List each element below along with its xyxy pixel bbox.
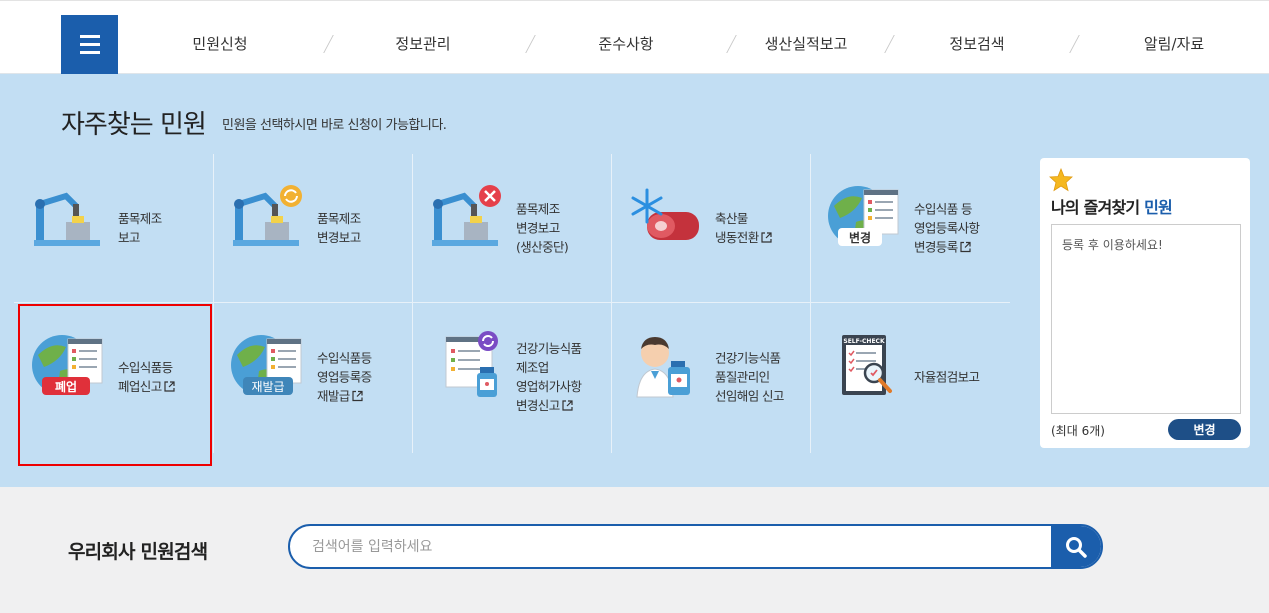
nav-item-info-search[interactable]: 정보검색 [949, 15, 1004, 74]
factory-robot-icon [34, 192, 100, 246]
svg-text:재발급: 재발급 [251, 380, 284, 394]
factory-robot-stop-icon [432, 185, 501, 246]
tile-label: 품목제조 보고 [118, 211, 162, 245]
tile-import-food-registration-change[interactable]: 변경 수입식품 등 영업등록사항 변경등록 [810, 154, 1009, 302]
frequent-services-section: 자주찾는 민원 민원을 선택하시면 바로 신청이 가능합니다. 품목제조 보고 … [0, 74, 1269, 487]
external-link-icon [164, 381, 175, 392]
tile-label: 건강기능식품 품질관리인 선임해임 신고 [715, 350, 784, 404]
search-input[interactable] [290, 526, 1052, 567]
favorites-change-button[interactable]: 변경 [1168, 419, 1241, 440]
tile-label: 수입식품 등 영업등록사항 변경등록 [914, 201, 980, 255]
tile-label: 품목제조 변경보고 (생산중단) [516, 201, 569, 255]
tile-health-food-manufacturing-license-change[interactable]: 건강기능식품 제조업 영업허가사항 변경신고 [412, 303, 611, 451]
nav-divider [525, 35, 536, 53]
nav-item-notice-resources[interactable]: 알림/자료 [1144, 15, 1204, 74]
tile-label: 자율점검보고 [914, 369, 980, 385]
external-link-icon [761, 232, 772, 243]
tile-product-manufacturing-change[interactable]: 품목제조 변경보고 [213, 154, 412, 302]
external-link-icon [352, 390, 363, 402]
tile-label: 품목제조 변경보고 [317, 211, 361, 245]
tile-self-check-report[interactable]: SELF-CHECK 자율점검보고 [810, 303, 1009, 451]
tile-label: 수입식품등 영업등록증 재발급 [317, 350, 372, 404]
globe-document-icon: 폐업 [32, 335, 103, 395]
favorites-empty-message: 등록 후 이용하세요! [1062, 238, 1163, 252]
tile-label: 건강기능식품 제조업 영업허가사항 변경신고 [516, 341, 582, 413]
self-check-icon: SELF-CHECK [842, 335, 892, 395]
hamburger-menu-button[interactable] [61, 15, 118, 74]
search-bar [288, 524, 1103, 569]
document-bottle-icon [445, 331, 498, 397]
section-title: 자주찾는 민원 [61, 110, 207, 140]
my-favorites-panel: 나의 즐겨찾기 민원 등록 후 이용하세요! (최대 6개) 변경 [1040, 158, 1250, 448]
nav-item-civil-application[interactable]: 민원신청 [192, 15, 247, 74]
external-link-icon [562, 400, 573, 411]
search-button[interactable] [1051, 526, 1101, 567]
nav-item-info-management[interactable]: 정보관리 [395, 15, 450, 74]
factory-robot-refresh-icon [233, 185, 302, 246]
nav-item-production-report[interactable]: 생산실적보고 [765, 15, 848, 74]
svg-text:변경: 변경 [849, 230, 871, 245]
svg-text:SELF-CHECK: SELF-CHECK [843, 338, 885, 345]
star-icon [1049, 168, 1073, 192]
external-link-icon [960, 241, 971, 253]
service-tile-grid: 품목제조 보고 품목제조 변경보고 품목제조 변경보고 (생산중단) 축산물 냉… [14, 154, 1010, 454]
svg-text:폐업: 폐업 [55, 379, 77, 394]
tile-import-food-certificate-reissue[interactable]: 재발급 수입식품등 영업등록증 재발급 [213, 303, 412, 451]
section-subtitle: 민원을 선택하시면 바로 신청이 가능합니다. [222, 118, 447, 133]
hamburger-icon [79, 35, 100, 38]
tile-import-food-closure-report[interactable]: 폐업 수입식품등 폐업신고 [14, 303, 213, 451]
globe-document-icon: 변경 [828, 186, 899, 246]
tile-product-manufacturing-stop[interactable]: 품목제조 변경보고 (생산중단) [412, 154, 611, 302]
manager-bottle-icon [636, 337, 690, 398]
tile-label: 수입식품등 폐업신고 [118, 358, 175, 396]
tile-health-food-quality-manager[interactable]: 건강기능식품 품질관리인 선임해임 신고 [611, 303, 810, 451]
favorites-max-count: (최대 6개) [1051, 424, 1105, 438]
search-title: 우리회사 민원검색 [68, 541, 208, 563]
tile-product-manufacturing-report[interactable]: 품목제조 보고 [14, 154, 213, 302]
favorites-list: 등록 후 이용하세요! [1051, 224, 1241, 414]
nav-divider [1069, 35, 1080, 53]
nav-divider [884, 35, 895, 53]
tile-livestock-frozen-conversion[interactable]: 축산물 냉동전환 [611, 154, 810, 302]
tile-label: 축산물 냉동전환 [715, 209, 772, 247]
search-icon [1066, 536, 1087, 558]
nav-divider [323, 35, 334, 53]
main-menu: 민원신청 정보관리 준수사항 생산실적보고 정보검색 알림/자료 [118, 15, 1269, 74]
company-search-section: 우리회사 민원검색 [0, 487, 1269, 613]
globe-document-icon: 재발급 [231, 335, 302, 395]
nav-item-compliance[interactable]: 준수사항 [598, 15, 653, 74]
frozen-meat-icon [631, 188, 699, 240]
favorites-title: 나의 즐겨찾기 민원 [1051, 198, 1173, 217]
top-navigation: 민원신청 정보관리 준수사항 생산실적보고 정보검색 알림/자료 [0, 0, 1269, 74]
nav-divider [726, 35, 737, 53]
